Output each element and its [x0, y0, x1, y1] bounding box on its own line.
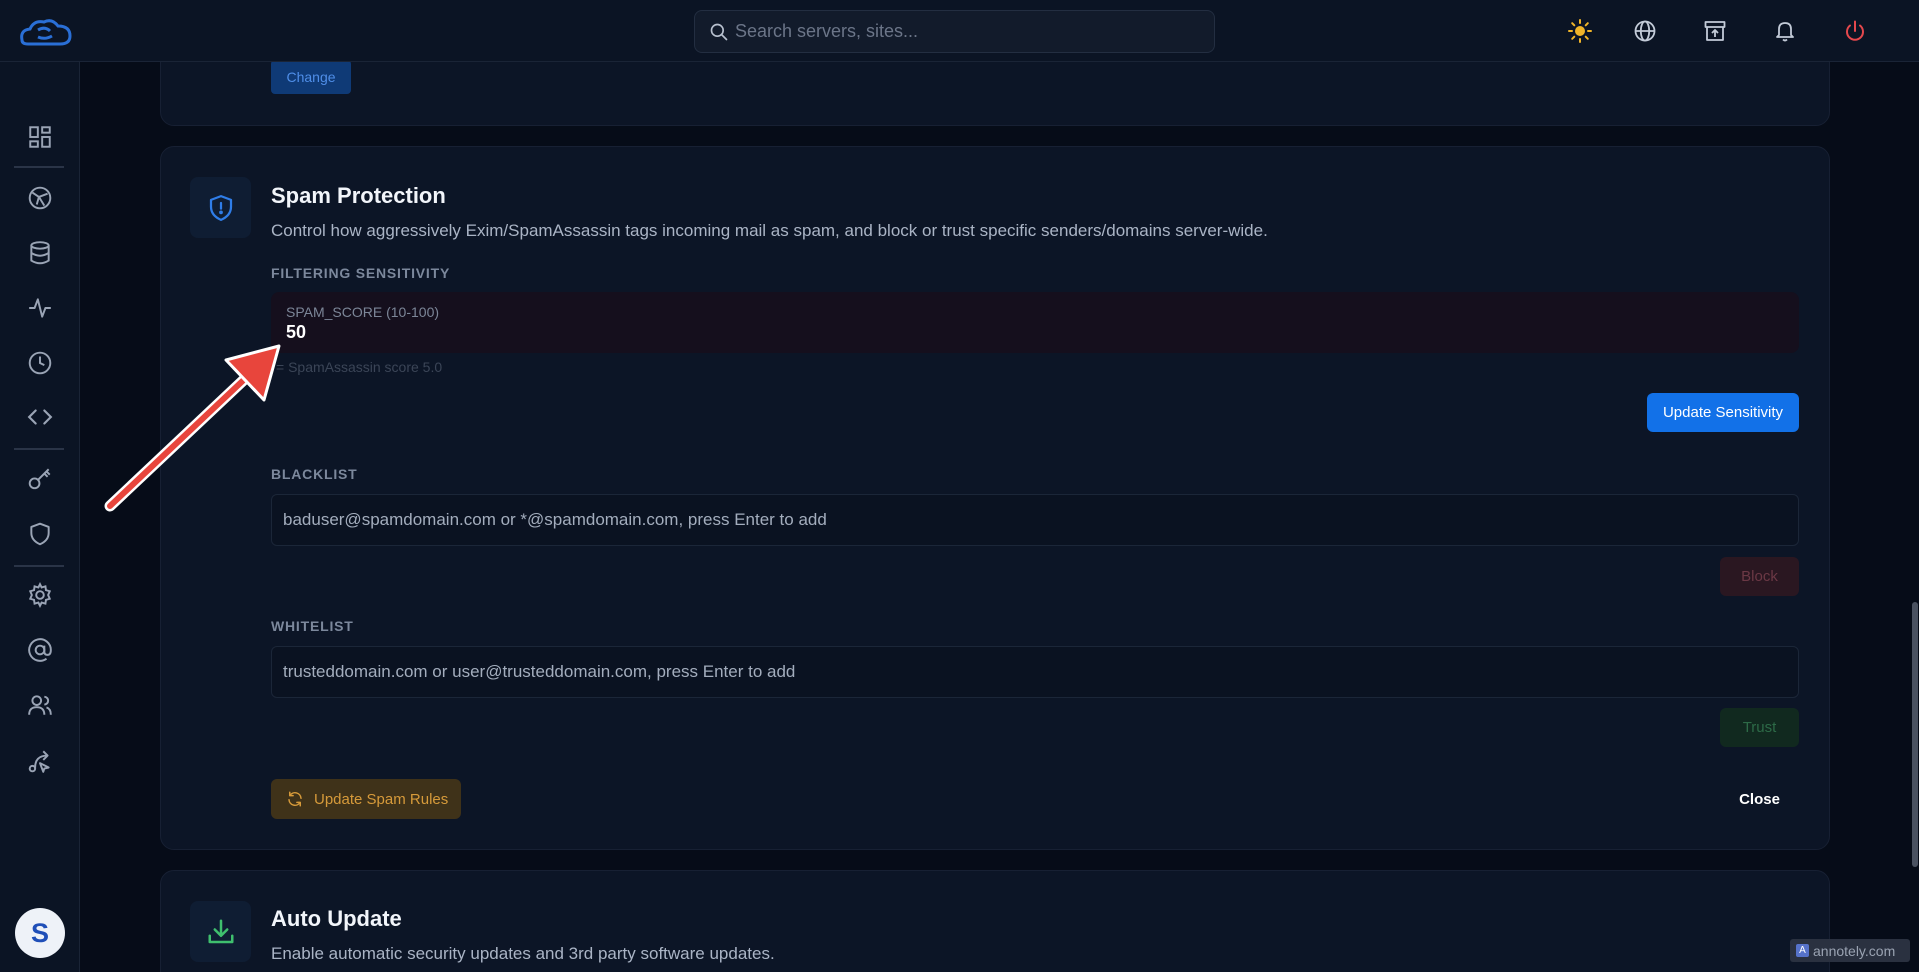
filtering-sensitivity-label: FILTERING SENSITIVITY [271, 265, 451, 281]
globe-icon[interactable] [1633, 19, 1657, 43]
close-button[interactable]: Close [1720, 779, 1799, 819]
trust-button[interactable]: Trust [1720, 708, 1799, 747]
whitelist-label: WHITELIST [271, 618, 354, 634]
annotation-arrow-icon [104, 344, 281, 512]
activity-icon[interactable] [27, 295, 53, 321]
at-sign-icon[interactable] [27, 637, 53, 663]
bell-icon[interactable] [1773, 19, 1797, 43]
update-spam-rules-button[interactable]: Update Spam Rules [271, 779, 461, 819]
spam-protection-icon-box [190, 177, 251, 238]
network-icon[interactable] [27, 185, 53, 211]
spam-protection-description: Control how aggressively Exim/SpamAssass… [271, 221, 1268, 240]
spam-score-label: SPAM_SCORE (10-100) [286, 304, 440, 320]
auto-update-icon-box [190, 901, 251, 962]
download-icon [208, 919, 233, 943]
update-spam-rules-label: Update Spam Rules [314, 790, 449, 808]
update-sensitivity-button[interactable]: Update Sensitivity [1647, 393, 1799, 432]
watermark: A annotely.com [1790, 939, 1910, 962]
spam-score-field[interactable]: SPAM_SCORE (10-100) 50 [271, 292, 1799, 353]
database-icon[interactable] [27, 240, 53, 266]
search-bar[interactable] [694, 10, 1215, 53]
blacklist-input[interactable] [271, 494, 1799, 546]
shield-icon[interactable] [27, 521, 53, 547]
avatar-initial: S [30, 917, 49, 948]
page-scrollbar[interactable] [1912, 602, 1918, 867]
sidebar-divider [14, 565, 64, 567]
sidebar-divider [14, 448, 64, 450]
code-icon[interactable] [27, 404, 53, 430]
sun-icon[interactable] [1568, 19, 1592, 43]
clock-icon[interactable] [27, 350, 53, 376]
whitelist-input[interactable] [271, 646, 1799, 698]
sidebar-divider [14, 166, 64, 168]
auto-update-title: Auto Update [271, 906, 402, 931]
search-input[interactable] [735, 11, 1205, 52]
auto-update-description: Enable automatic security updates and 3r… [271, 944, 775, 963]
route-icon[interactable] [27, 748, 53, 774]
users-icon[interactable] [27, 692, 53, 718]
spam-protection-title: Spam Protection [271, 183, 446, 208]
shield-alert-icon [209, 194, 232, 221]
refresh-icon [288, 791, 302, 807]
block-button[interactable]: Block [1720, 557, 1799, 596]
logo-icon[interactable] [18, 18, 72, 46]
change-button[interactable]: Change [271, 60, 351, 94]
spam-score-hint: = SpamAssassin score 5.0 [276, 359, 443, 375]
settings-icon[interactable] [27, 582, 53, 608]
dashboard-icon[interactable] [27, 124, 53, 150]
archive-upload-icon[interactable] [1703, 19, 1727, 43]
annotely-logo-icon: A [1796, 944, 1809, 957]
sidebar: S [0, 62, 80, 972]
watermark-text: annotely.com [1813, 942, 1896, 959]
avatar[interactable]: S [15, 908, 65, 958]
power-icon[interactable] [1843, 19, 1867, 43]
key-icon[interactable] [27, 466, 53, 492]
top-bar [0, 0, 1919, 62]
search-icon [710, 23, 728, 41]
